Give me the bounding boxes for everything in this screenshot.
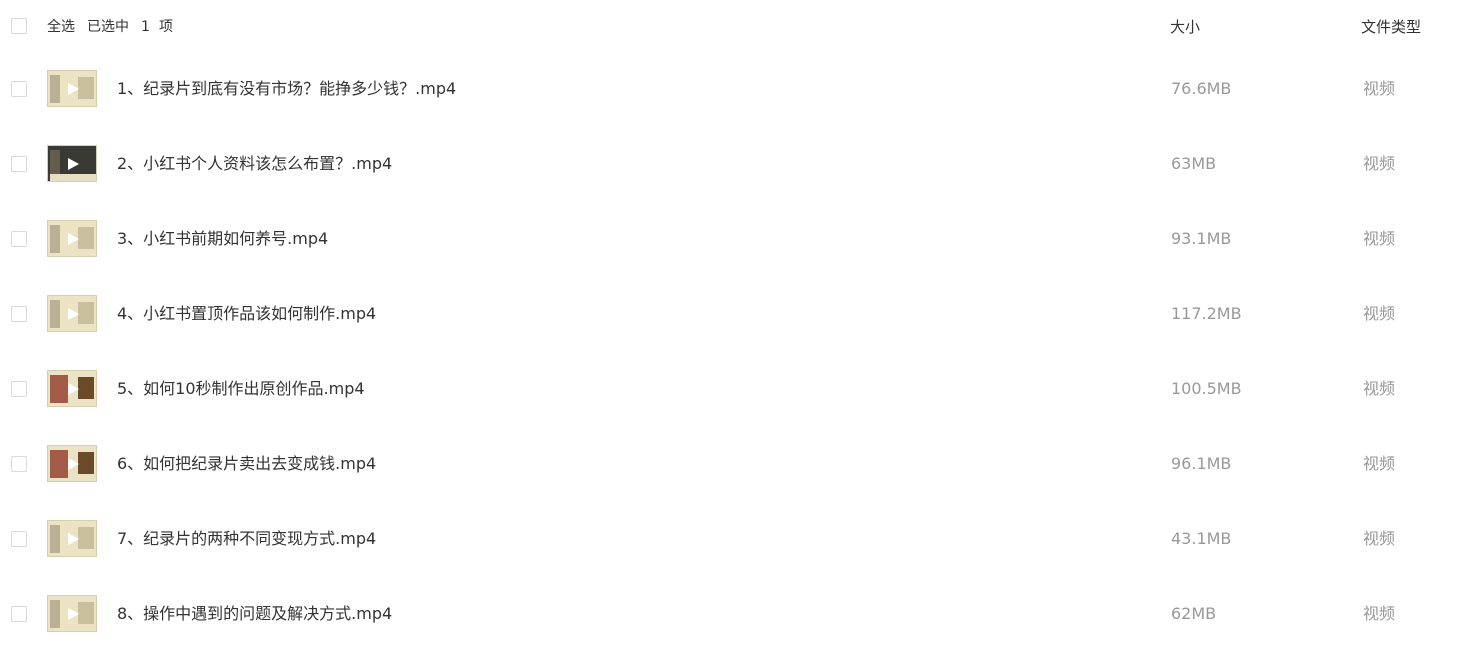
file-row[interactable]: 5、如何10秒制作出原创作品.mp4 100.5MB 视频 xyxy=(0,351,1462,426)
play-icon xyxy=(68,457,79,470)
video-thumbnail[interactable] xyxy=(47,595,97,632)
video-thumbnail[interactable] xyxy=(47,370,97,407)
file-size: 76.6MB xyxy=(1171,79,1232,98)
file-type: 视频 xyxy=(1363,229,1396,248)
file-size: 96.1MB xyxy=(1171,454,1232,473)
file-type: 视频 xyxy=(1363,79,1396,98)
file-row[interactable]: 2、小红书个人资料该怎么布置？.mp4 63MB 视频 xyxy=(0,126,1462,201)
file-row[interactable]: 3、小红书前期如何养号.mp4 93.1MB 视频 xyxy=(0,201,1462,276)
video-thumbnail[interactable] xyxy=(47,520,97,557)
video-thumbnail[interactable] xyxy=(47,295,97,332)
file-row[interactable]: 7、纪录片的两种不同变现方式.mp4 43.1MB 视频 xyxy=(0,501,1462,576)
play-icon xyxy=(68,607,79,620)
file-type: 视频 xyxy=(1363,454,1396,473)
file-type: 视频 xyxy=(1363,604,1396,623)
video-thumbnail[interactable] xyxy=(47,220,97,257)
column-header-type[interactable]: 文件类型 xyxy=(1361,17,1421,37)
file-list-header: 全选 已选中 1 项 大小 文件类型 xyxy=(0,0,1462,54)
column-header-size[interactable]: 大小 xyxy=(1170,17,1200,37)
file-size: 117.2MB xyxy=(1171,304,1242,323)
file-name[interactable]: 5、如何10秒制作出原创作品.mp4 xyxy=(117,379,365,399)
file-name[interactable]: 6、如何把纪录片卖出去变成钱.mp4 xyxy=(117,454,376,474)
row-checkbox[interactable] xyxy=(11,456,27,472)
row-checkbox[interactable] xyxy=(11,606,27,622)
row-checkbox[interactable] xyxy=(11,231,27,247)
row-checkbox[interactable] xyxy=(11,381,27,397)
file-name[interactable]: 8、操作中遇到的问题及解决方式.mp4 xyxy=(117,604,392,624)
file-list: 1、纪录片到底有没有市场？能挣多少钱？.mp4 76.6MB 视频 2、小红书个… xyxy=(0,51,1462,651)
row-checkbox[interactable] xyxy=(11,81,27,97)
select-all-checkbox[interactable] xyxy=(11,18,27,34)
file-name[interactable]: 3、小红书前期如何养号.mp4 xyxy=(117,229,328,249)
selected-suffix-label: 项 xyxy=(159,19,173,35)
file-name[interactable]: 4、小红书置顶作品该如何制作.mp4 xyxy=(117,304,376,324)
file-size: 43.1MB xyxy=(1171,529,1232,548)
file-size: 100.5MB xyxy=(1171,379,1242,398)
file-type: 视频 xyxy=(1363,304,1396,323)
play-icon xyxy=(68,532,79,545)
play-icon xyxy=(68,157,79,170)
file-row[interactable]: 6、如何把纪录片卖出去变成钱.mp4 96.1MB 视频 xyxy=(0,426,1462,501)
file-row[interactable]: 1、纪录片到底有没有市场？能挣多少钱？.mp4 76.6MB 视频 xyxy=(0,51,1462,126)
file-row[interactable]: 4、小红书置顶作品该如何制作.mp4 117.2MB 视频 xyxy=(0,276,1462,351)
file-name[interactable]: 1、纪录片到底有没有市场？能挣多少钱？.mp4 xyxy=(117,79,456,99)
file-name[interactable]: 7、纪录片的两种不同变现方式.mp4 xyxy=(117,529,376,549)
row-checkbox[interactable] xyxy=(11,156,27,172)
play-icon xyxy=(68,382,79,395)
selected-prefix-label: 已选中 xyxy=(87,19,129,35)
file-row[interactable]: 8、操作中遇到的问题及解决方式.mp4 62MB 视频 xyxy=(0,576,1462,651)
video-thumbnail[interactable] xyxy=(47,145,97,182)
play-icon xyxy=(68,307,79,320)
row-checkbox[interactable] xyxy=(11,306,27,322)
file-name[interactable]: 2、小红书个人资料该怎么布置？.mp4 xyxy=(117,154,392,174)
file-type: 视频 xyxy=(1363,379,1396,398)
row-checkbox[interactable] xyxy=(11,531,27,547)
file-size: 93.1MB xyxy=(1171,229,1232,248)
video-thumbnail[interactable] xyxy=(47,70,97,107)
play-icon xyxy=(68,232,79,245)
file-size: 63MB xyxy=(1171,154,1217,173)
play-icon xyxy=(68,82,79,95)
select-all-label[interactable]: 全选 xyxy=(47,17,75,37)
selected-count: 1 xyxy=(141,19,150,35)
file-type: 视频 xyxy=(1363,154,1396,173)
file-type: 视频 xyxy=(1363,529,1396,548)
video-thumbnail[interactable] xyxy=(47,445,97,482)
file-size: 62MB xyxy=(1171,604,1217,623)
